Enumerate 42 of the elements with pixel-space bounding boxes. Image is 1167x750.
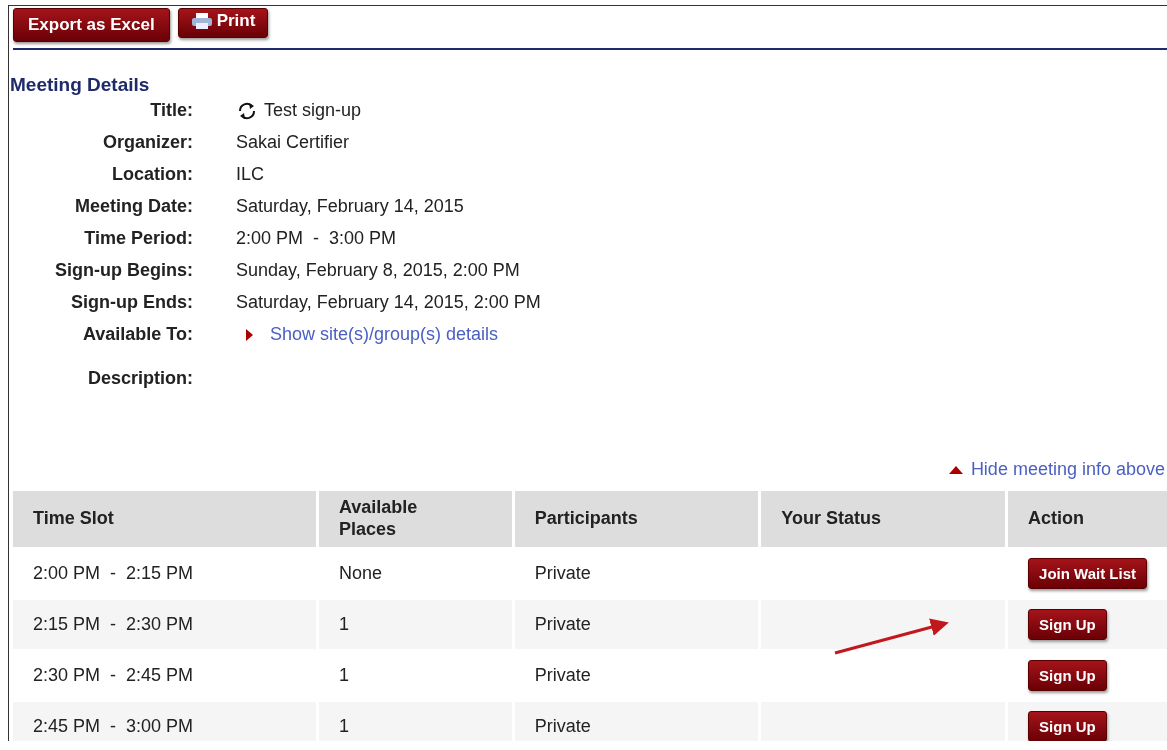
- field-label: Title:: [149, 100, 193, 121]
- table-cell: Private: [514, 600, 759, 649]
- action-button[interactable]: Sign Up: [1028, 711, 1107, 741]
- field-value: Test sign-up: [264, 100, 362, 121]
- field-label: Sign-up Begins:: [54, 260, 193, 281]
- table-cell-text: 2:30 PM - 2:45 PM: [32, 664, 195, 687]
- table-cell: 1: [319, 600, 512, 649]
- table-cell-text: 1: [338, 664, 350, 687]
- table-cell-text: Private: [533, 562, 592, 585]
- section-heading: Meeting Details: [10, 74, 151, 96]
- field-value: Sakai Certifier: [236, 132, 350, 153]
- column-header: Time Slot: [13, 491, 316, 547]
- field-value: ILC: [236, 164, 264, 185]
- column-header: Action: [1008, 491, 1167, 547]
- field-label: Time Period:: [83, 228, 193, 249]
- field-label: Sign-up Ends:: [70, 292, 193, 313]
- field-value: Sunday, February 8, 2015, 2:00 PM: [236, 260, 520, 281]
- table-cell: Private: [514, 702, 759, 741]
- table-cell-text: Private: [533, 664, 592, 687]
- table-cell: 2:15 PM - 2:30 PM: [13, 600, 316, 649]
- export-button[interactable]: Export as Excel: [13, 8, 170, 42]
- field-label: Organizer:: [101, 132, 193, 153]
- table-cell: 2:45 PM - 3:00 PM: [13, 702, 316, 741]
- table-cell-text: None: [338, 562, 384, 585]
- action-button[interactable]: Join Wait List: [1028, 558, 1147, 589]
- column-header: Participants: [514, 491, 759, 547]
- column-header: Your Status: [761, 491, 1006, 547]
- field-value: Saturday, February 14, 2015, 2:00 PM: [236, 292, 541, 313]
- hide-info-link[interactable]: Hide meeting info above: [970, 459, 1165, 480]
- table-cell: 1: [319, 702, 512, 741]
- field-label: Description:: [87, 368, 193, 389]
- field-label: Available To:: [81, 324, 193, 345]
- action-button[interactable]: Sign Up: [1028, 660, 1107, 691]
- print-button[interactable]: Print: [177, 8, 269, 38]
- field-label: Meeting Date:: [74, 196, 193, 217]
- field-value: Saturday, February 14, 2015: [236, 196, 464, 217]
- column-header: Available Places: [319, 491, 512, 547]
- action-button[interactable]: Sign Up: [1028, 609, 1107, 640]
- table-cell-text: 2:00 PM - 2:15 PM: [32, 562, 195, 585]
- field-value: 2:00 PM - 3:00 PM: [236, 228, 397, 249]
- field-label: Location:: [111, 164, 193, 185]
- details-link[interactable]: Show site(s)/group(s) details: [270, 324, 499, 345]
